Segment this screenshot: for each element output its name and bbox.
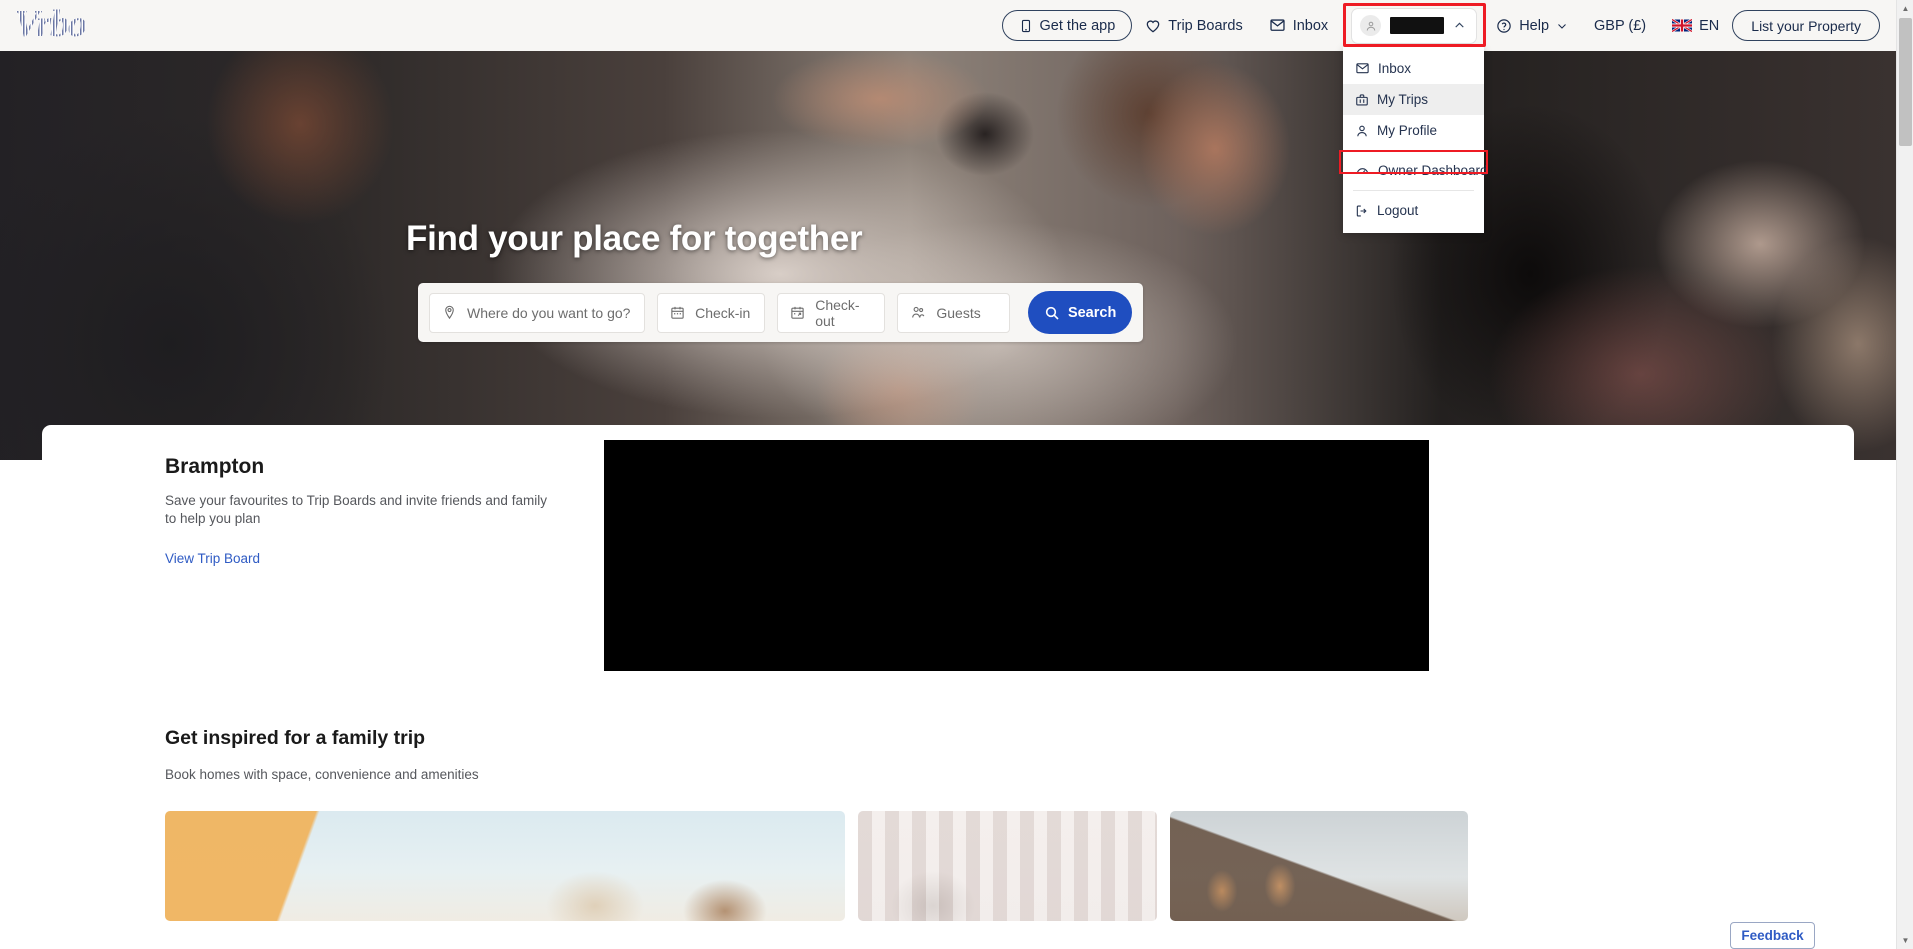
view-trip-board-link[interactable]: View Trip Board <box>165 551 260 566</box>
menu-item-logout[interactable]: Logout <box>1343 195 1484 226</box>
trip-boards-label: Trip Boards <box>1168 17 1243 34</box>
question-circle-icon <box>1496 18 1512 34</box>
currency-selector[interactable]: GBP (£) <box>1581 9 1659 43</box>
inspire-card[interactable] <box>858 811 1157 921</box>
vrbo-logo[interactable]: Vrbo <box>14 5 87 43</box>
guests-input[interactable]: Guests <box>897 292 1011 333</box>
trip-board-media-placeholder <box>604 440 1429 671</box>
calendar-arrow-icon <box>790 305 805 320</box>
guests-icon <box>910 305 926 320</box>
logout-arrow-icon <box>1355 204 1369 218</box>
help-label: Help <box>1519 17 1550 34</box>
user-avatar-icon <box>1360 15 1382 36</box>
speedometer-icon <box>1355 164 1370 178</box>
inspire-card[interactable] <box>1170 811 1468 921</box>
suitcase-icon <box>1355 93 1369 107</box>
page-scrollbar[interactable]: ▲ ▼ <box>1896 0 1913 949</box>
person-icon <box>1355 124 1369 138</box>
list-your-property-button[interactable]: List your Property <box>1732 10 1880 41</box>
site-header: Vrbo Get the app Trip Boards Inbox Help … <box>0 0 1896 51</box>
menu-divider <box>1353 190 1474 191</box>
guests-placeholder: Guests <box>936 304 981 321</box>
main-content-card: Brampton Save your favourites to Trip Bo… <box>42 425 1854 949</box>
menu-item-owner-dashboard[interactable]: Owner Dashboard <box>1343 155 1488 186</box>
menu-item-label: My Trips <box>1377 92 1429 107</box>
currency-label: GBP (£) <box>1594 17 1647 34</box>
inspire-card[interactable] <box>165 811 845 921</box>
account-menu-wrapper <box>1351 7 1478 44</box>
checkin-input[interactable]: Check-in <box>657 292 766 333</box>
hero-title: Find your place for together <box>406 219 863 258</box>
inbox-link[interactable]: Inbox <box>1256 9 1341 43</box>
envelope-icon <box>1269 18 1286 33</box>
menu-item-my-profile[interactable]: My Profile <box>1343 115 1484 146</box>
menu-item-inbox[interactable]: Inbox <box>1343 53 1484 84</box>
inspire-title: Get inspired for a family trip <box>165 727 426 749</box>
inspire-section: Get inspired for a family trip Book home… <box>165 727 479 782</box>
account-dropdown-menu: Inbox My Trips My Profile Owner Dashboar… <box>1343 47 1488 233</box>
mobile-app-icon <box>1019 19 1033 33</box>
list-your-property-label: List your Property <box>1751 17 1861 34</box>
scroll-up-arrow-icon[interactable]: ▲ <box>1897 0 1913 17</box>
account-name-redacted <box>1390 17 1445 34</box>
account-menu-button[interactable] <box>1351 7 1478 44</box>
chevron-down-icon <box>1556 20 1568 32</box>
language-label: EN <box>1699 17 1720 34</box>
checkout-input[interactable]: Check-out <box>777 292 886 333</box>
menu-item-my-trips[interactable]: My Trips <box>1343 84 1484 115</box>
scroll-down-arrow-icon[interactable]: ▼ <box>1897 932 1913 949</box>
uk-flag-icon <box>1672 19 1693 32</box>
destination-placeholder: Where do you want to go? <box>467 304 631 321</box>
menu-divider <box>1353 150 1474 151</box>
menu-item-label: My Profile <box>1377 123 1438 138</box>
checkout-placeholder: Check-out <box>815 296 860 329</box>
scrollbar-thumb[interactable] <box>1899 18 1912 146</box>
envelope-icon <box>1355 62 1370 75</box>
menu-item-label: Logout <box>1377 203 1419 218</box>
calendar-icon <box>670 305 685 320</box>
chevron-up-icon <box>1453 19 1466 32</box>
hero-banner: Find your place for together Where do yo… <box>0 44 1896 460</box>
get-the-app-button[interactable]: Get the app <box>1001 10 1133 41</box>
trip-board-title: Brampton <box>165 455 265 478</box>
vrbo-homepage: Find your place for together Where do yo… <box>0 0 1913 949</box>
search-button-label: Search <box>1067 304 1117 321</box>
trip-board-section: Brampton Save your favourites to Trip Bo… <box>165 455 665 568</box>
destination-input[interactable]: Where do you want to go? <box>429 292 646 333</box>
heart-icon <box>1145 18 1161 34</box>
search-button[interactable]: Search <box>1028 291 1132 334</box>
inbox-label: Inbox <box>1292 17 1329 34</box>
trip-board-description: Save your favourites to Trip Boards and … <box>165 493 547 527</box>
trip-boards-link[interactable]: Trip Boards <box>1132 9 1255 43</box>
header-nav: Get the app Trip Boards Inbox Help GBP (… <box>1001 0 1896 51</box>
inspire-subtitle: Book homes with space, convenience and a… <box>165 767 479 782</box>
inspire-card-list <box>165 811 1468 921</box>
checkin-placeholder: Check-in <box>695 304 751 321</box>
get-the-app-label: Get the app <box>1039 17 1116 34</box>
language-selector[interactable]: EN <box>1659 9 1732 43</box>
feedback-button[interactable]: Feedback <box>1730 922 1815 949</box>
help-menu[interactable]: Help <box>1483 9 1581 43</box>
magnifier-icon <box>1044 305 1060 321</box>
search-bar: Where do you want to go? Check-in Check-… <box>418 283 1143 342</box>
hero-family-photo <box>0 44 1896 460</box>
map-pin-icon <box>442 305 457 320</box>
menu-item-label: Owner Dashboard <box>1378 163 1488 178</box>
menu-item-label: Inbox <box>1378 61 1412 76</box>
